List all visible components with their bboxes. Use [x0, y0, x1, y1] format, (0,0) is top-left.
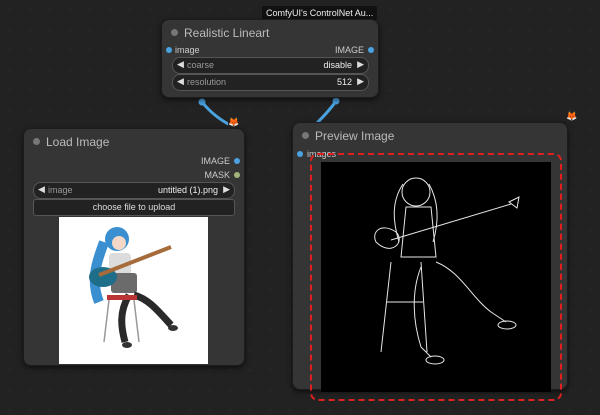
input-label-image: image	[175, 45, 200, 55]
arrow-left-icon[interactable]: ◀	[38, 184, 45, 195]
realistic-lineart-node[interactable]: Realistic Lineart image IMAGE ◀ coarse d…	[161, 19, 379, 98]
output-slot-image[interactable]	[368, 47, 374, 53]
arrow-right-icon[interactable]: ▶	[357, 76, 364, 87]
arrow-right-icon[interactable]: ▶	[223, 184, 230, 195]
collapse-dot-icon[interactable]	[33, 138, 40, 145]
image-select-widget[interactable]: ◀ image untitled (1).png ▶	[33, 182, 235, 199]
output-slot-image[interactable]	[234, 158, 240, 164]
widget-label: resolution	[187, 77, 227, 87]
selection-highlight	[310, 153, 562, 401]
output-label-mask: MASK	[204, 170, 230, 180]
fox-icon: 🦊	[566, 111, 578, 122]
arrow-left-icon[interactable]: ◀	[177, 76, 184, 87]
load-image-node[interactable]: Load Image IMAGE MASK ◀ image untitled (…	[23, 128, 245, 366]
collapse-dot-icon[interactable]	[171, 29, 178, 36]
collapse-dot-icon[interactable]	[302, 132, 309, 139]
node-title: Preview Image	[315, 129, 395, 143]
node-title-bar[interactable]: Load Image	[24, 129, 244, 155]
node-title-bar[interactable]: Preview Image	[293, 123, 567, 149]
output-label-image: IMAGE	[334, 45, 364, 55]
link-lineart-to-preview	[314, 100, 338, 126]
upload-button[interactable]: choose file to upload	[33, 199, 235, 216]
input-slot-images[interactable]	[297, 151, 303, 157]
arrow-left-icon[interactable]: ◀	[177, 59, 184, 70]
group-title: ComfyUI's ControlNet Au...	[262, 6, 378, 20]
node-title: Realistic Lineart	[184, 26, 270, 40]
widget-label: image	[48, 185, 73, 195]
girl-bass-illustration	[89, 227, 178, 348]
arrow-right-icon[interactable]: ▶	[357, 59, 364, 70]
widget-value: disable	[323, 60, 352, 70]
resolution-widget[interactable]: ◀ resolution 512 ▶	[172, 74, 369, 91]
input-slot-image[interactable]	[166, 47, 172, 53]
node-title-bar[interactable]: Realistic Lineart	[162, 20, 378, 46]
widget-value: 512	[336, 77, 352, 87]
widget-value: untitled (1).png	[157, 185, 218, 195]
output-label-image: IMAGE	[200, 156, 230, 166]
loaded-image-preview	[59, 217, 208, 364]
fox-icon: 🦊	[228, 117, 240, 128]
output-slot-mask[interactable]	[234, 172, 240, 178]
coarse-widget[interactable]: ◀ coarse disable ▶	[172, 57, 369, 74]
widget-label: coarse	[187, 60, 215, 70]
node-title: Load Image	[46, 135, 110, 149]
